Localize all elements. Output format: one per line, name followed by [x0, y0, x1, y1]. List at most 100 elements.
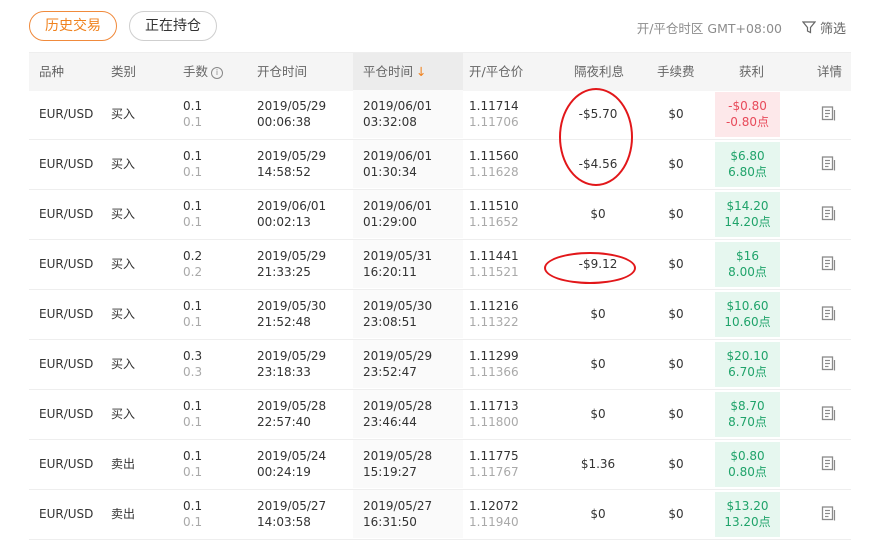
lots-sub-value: 0.1 [183, 215, 203, 229]
lots-cell: 0.3 0.3 [183, 340, 202, 388]
profit-points: 0.80点 [728, 465, 767, 479]
table-row: EUR/USD 买入 0.2 0.2 2019/05/29 21:33:25 2019/05… [29, 240, 851, 290]
symbol-cell: EUR/USD [39, 157, 94, 171]
open-date: 2019/05/28 [257, 399, 327, 413]
filter-label: 筛选 [820, 21, 847, 37]
type-cell: 买入 [111, 307, 136, 321]
tab-open-positions[interactable]: 正在持仓 [129, 11, 217, 41]
close-date: 2019/06/01 [363, 149, 433, 163]
close-price: 1.11800 [469, 415, 519, 429]
table-row: EUR/USD 买入 0.1 0.1 2019/05/29 00:06:38 2019/06… [29, 90, 851, 140]
close-price: 1.11652 [469, 215, 519, 229]
profit-value: $6.80 [730, 149, 765, 163]
close-date: 2019/05/28 [363, 399, 433, 413]
lots-sub-value: 0.1 [183, 315, 203, 329]
open-time-cell: 2019/05/27 14:03:58 [257, 490, 326, 538]
swap-cell: -$5.70 [578, 107, 618, 121]
table-row: EUR/USD 卖出 0.1 0.1 2019/05/24 00:24:19 2019/05… [29, 440, 851, 490]
swap-cell: $0 [590, 207, 606, 221]
open-time-cell: 2019/05/30 21:52:48 [257, 290, 326, 338]
tab-history[interactable]: 历史交易 [29, 11, 117, 41]
fee-cell: $0 [668, 507, 684, 521]
close-time: 01:29:00 [363, 215, 417, 229]
lots-sub-value: 0.1 [183, 415, 203, 429]
lots-value: 0.1 [183, 299, 203, 313]
open-date: 2019/05/24 [257, 449, 327, 463]
symbol-cell: EUR/USD [39, 457, 94, 471]
type-cell: 买入 [111, 157, 136, 171]
fee-cell: $0 [668, 407, 684, 421]
profit-points: 8.00点 [728, 265, 767, 279]
close-time-cell: 2019/05/30 23:08:51 [353, 290, 463, 338]
price-cell: 1.12072 1.11940 [469, 490, 519, 538]
close-time: 01:30:34 [363, 165, 417, 179]
open-date: 2019/05/29 [257, 149, 327, 163]
profit-cell: $0.80 0.80点 [715, 442, 780, 487]
close-time: 03:32:08 [363, 115, 417, 129]
fee-cell: $0 [668, 207, 684, 221]
profit-points: 8.70点 [728, 415, 767, 429]
document-icon[interactable] [820, 505, 837, 522]
lots-value: 0.1 [183, 449, 203, 463]
fee-cell: $0 [668, 157, 684, 171]
close-time: 23:08:51 [363, 315, 417, 329]
document-icon[interactable] [820, 405, 837, 422]
table-header: 品种 类别 手数 i 开仓时间 平仓时间 ↓ 开/平仓价 隔夜利息 手续费 获利 详… [29, 52, 851, 91]
document-icon[interactable] [820, 205, 837, 222]
col-swap: 隔夜利息 [574, 64, 625, 79]
close-price: 1.11706 [469, 115, 519, 129]
profit-value: -$0.80 [728, 99, 767, 113]
symbol-cell: EUR/USD [39, 207, 94, 221]
col-fee: 手续费 [657, 64, 695, 79]
document-icon[interactable] [820, 255, 837, 272]
col-open-time[interactable]: 开仓时间 [257, 53, 307, 91]
lots-sub-value: 0.1 [183, 515, 203, 529]
profit-cell: $13.20 13.20点 [715, 492, 780, 537]
close-time: 15:19:27 [363, 465, 417, 479]
document-icon[interactable] [820, 355, 837, 372]
open-time-cell: 2019/06/01 00:02:13 [257, 190, 326, 238]
col-price: 开/平仓价 [469, 64, 524, 79]
timezone-label: 开/平仓时区 GMT+08:00 [636, 21, 782, 36]
lots-value: 0.1 [183, 99, 203, 113]
type-cell: 卖出 [111, 457, 136, 471]
type-cell: 买入 [111, 207, 136, 221]
profit-cell: $8.70 8.70点 [715, 392, 780, 437]
open-date: 2019/05/27 [257, 499, 327, 513]
profit-cell: $14.20 14.20点 [715, 192, 780, 237]
table-row: EUR/USD 买入 0.1 0.1 2019/05/29 14:58:52 2019/06… [29, 140, 851, 190]
open-price: 1.11714 [469, 99, 519, 113]
filter-button[interactable]: 筛选 [802, 17, 846, 37]
type-cell: 买入 [111, 357, 136, 371]
document-icon[interactable] [820, 455, 837, 472]
profit-value: $10.60 [726, 299, 769, 313]
symbol-cell: EUR/USD [39, 107, 94, 121]
col-close-time-label: 平仓时间 [363, 64, 414, 79]
info-icon[interactable]: i [211, 67, 224, 79]
type-cell: 买入 [111, 257, 136, 271]
price-cell: 1.11713 1.11800 [469, 390, 519, 438]
trade-table-body: EUR/USD 买入 0.1 0.1 2019/05/29 00:06:38 2019/06… [29, 90, 851, 540]
price-cell: 1.11216 1.11322 [469, 290, 519, 338]
document-icon[interactable] [820, 105, 837, 122]
type-cell: 买入 [111, 407, 136, 421]
open-time-cell: 2019/05/24 00:24:19 [257, 440, 326, 488]
close-date: 2019/05/30 [363, 299, 433, 313]
document-icon[interactable] [820, 155, 837, 172]
open-time-cell: 2019/05/29 00:06:38 [257, 90, 326, 138]
price-cell: 1.11775 1.11767 [469, 440, 519, 488]
close-time: 23:46:44 [363, 415, 417, 429]
profit-value: $0.80 [730, 449, 765, 463]
symbol-cell: EUR/USD [39, 357, 94, 371]
open-date: 2019/06/01 [257, 199, 327, 213]
document-icon[interactable] [820, 305, 837, 322]
open-time: 00:24:19 [257, 465, 311, 479]
close-time: 16:31:50 [363, 515, 417, 529]
lots-sub-value: 0.1 [183, 115, 203, 129]
lots-cell: 0.1 0.1 [183, 490, 202, 538]
col-close-time[interactable]: 平仓时间 ↓ [353, 53, 463, 91]
table-row: EUR/USD 买入 0.1 0.1 2019/05/30 21:52:48 2019/05… [29, 290, 851, 340]
swap-cell: $1.36 [580, 457, 616, 471]
lots-sub-value: 0.3 [183, 365, 203, 379]
open-time: 00:06:38 [257, 115, 311, 129]
